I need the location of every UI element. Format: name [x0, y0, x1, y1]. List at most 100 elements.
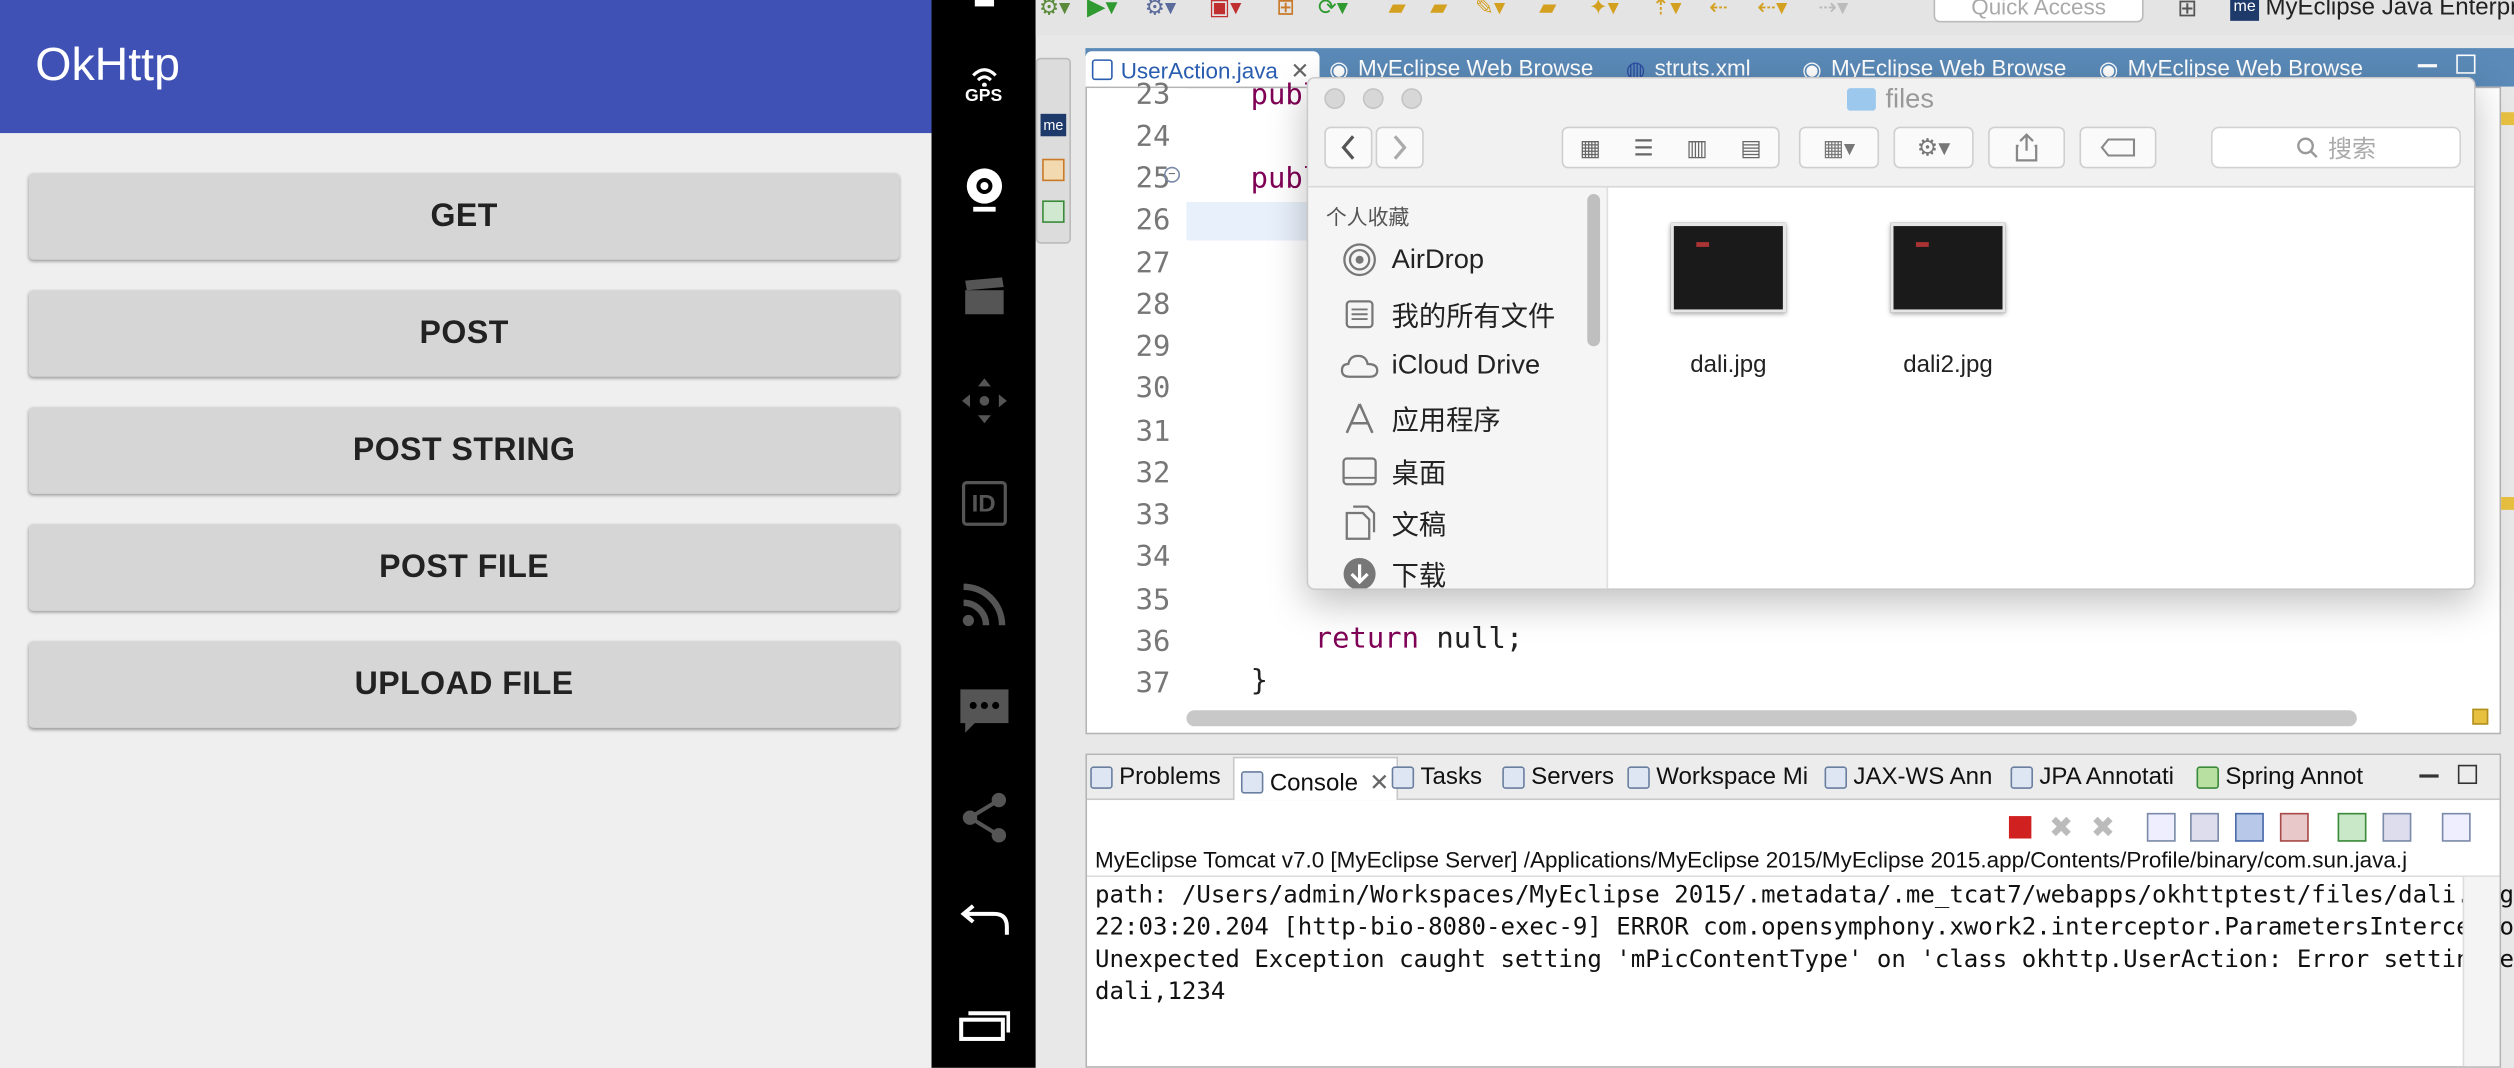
sidebar-item-all-my-files[interactable]: 我的所有文件: [1340, 293, 1555, 333]
scroll-lock-icon[interactable]: [2190, 812, 2219, 842]
warning-marker-icon[interactable]: [2472, 708, 2489, 725]
clear-console-icon[interactable]: [2146, 812, 2176, 842]
zoom-window-button[interactable]: [1401, 88, 1423, 110]
servers-icon: [1502, 765, 1525, 789]
get-button[interactable]: GET: [28, 173, 900, 260]
remove-all-icon[interactable]: ✖: [2091, 813, 2120, 842]
minimize-editor-icon[interactable]: [2417, 64, 2438, 68]
column-view-icon[interactable]: ▥: [1686, 134, 1707, 161]
chevron-right-icon: [1393, 135, 1407, 160]
console-line: dali,1234: [1095, 976, 1226, 1006]
tab-servers[interactable]: Servers: [1502, 763, 1614, 790]
move-arrows-icon[interactable]: [932, 377, 1036, 425]
quick-access-input[interactable]: Quick Access: [1933, 0, 2144, 23]
overview-marker[interactable]: [2501, 497, 2514, 510]
sidebar-item-icloud-drive[interactable]: iCloud Drive: [1340, 346, 1540, 384]
sidebar-item-desktop[interactable]: 桌面: [1340, 451, 1446, 491]
annotation-icon[interactable]: ✦▾: [1589, 0, 1619, 21]
webcam-icon[interactable]: [932, 165, 1036, 216]
sidebar-item-documents[interactable]: 文稿: [1340, 502, 1446, 542]
recent-apps-icon[interactable]: [932, 1007, 1036, 1045]
share-button[interactable]: [1988, 126, 2066, 169]
share-icon[interactable]: [932, 792, 1036, 843]
list-view-icon[interactable]: ☰: [1634, 134, 1654, 161]
tab-spring-annotations[interactable]: Spring Annot: [2196, 763, 2364, 791]
finder-search-input[interactable]: 搜索: [2210, 126, 2462, 169]
show-on-stdout-icon[interactable]: [2235, 812, 2264, 842]
sidebar-item-applications[interactable]: 应用程序: [1340, 398, 1501, 438]
nav-back-icon[interactable]: ⇠: [1709, 0, 1728, 21]
editor-horizontal-scrollbar[interactable]: [1186, 710, 2357, 727]
nav-back-2-icon[interactable]: ⇠▾: [1757, 0, 1787, 21]
file-item[interactable]: dali.jpg: [1640, 222, 1816, 378]
tab-jax-ws[interactable]: JAX-WS Ann: [1824, 763, 1992, 790]
sidebar-scrollbar[interactable]: [1587, 193, 1601, 347]
tab-workspace-migration[interactable]: Workspace Mi: [1627, 763, 1808, 790]
open-console-icon[interactable]: [2441, 812, 2471, 842]
line-number: 32: [1135, 456, 1171, 491]
run-icon[interactable]: ▶▾: [1087, 0, 1118, 21]
terminate-icon[interactable]: [2008, 816, 2032, 839]
jax-ws-icon: [1824, 765, 1848, 789]
perspective-switcher[interactable]: me MyEclipse Java Enterpr: [2230, 0, 2514, 21]
wand-icon[interactable]: ✎▾: [1475, 0, 1505, 21]
post-string-button[interactable]: POST STRING: [28, 407, 900, 494]
show-on-stderr-icon[interactable]: [2279, 812, 2309, 842]
nav-up-icon[interactable]: ⇡▾: [1651, 0, 1681, 21]
back-button[interactable]: [1324, 126, 1373, 169]
emulator-toolbar: GPS ID: [931, 0, 1036, 1068]
post-button[interactable]: POST: [28, 290, 900, 377]
upload-file-button[interactable]: UPLOAD FILE: [28, 641, 900, 728]
action-button[interactable]: ⚙▾: [1893, 126, 1974, 169]
maximize-panel-icon[interactable]: [2457, 764, 2478, 785]
minimize-window-button[interactable]: [1362, 88, 1384, 110]
nav-forward-icon[interactable]: ⇢▾: [1818, 0, 1848, 21]
outline-icon[interactable]: [1042, 200, 1065, 223]
file-item[interactable]: dali2.jpg: [1860, 222, 2036, 378]
toolbar-tool-icon[interactable]: ⚙▾: [1039, 0, 1070, 21]
hierarchy-icon[interactable]: [1042, 158, 1065, 182]
post-file-button[interactable]: POST FILE: [28, 524, 900, 611]
power-icon[interactable]: [932, 0, 1036, 13]
tab-label: Spring Annot: [2225, 763, 2364, 791]
package-explorer-icon[interactable]: me: [1040, 113, 1067, 137]
remove-launch-icon[interactable]: ✖: [2049, 813, 2078, 842]
sidebar-item-label: 应用程序: [1391, 405, 1501, 437]
display-console-icon[interactable]: [2382, 812, 2412, 842]
server-icon[interactable]: ▣▾: [1209, 0, 1241, 21]
documents-icon: [1340, 503, 1378, 541]
console-vertical-scrollbar[interactable]: [2462, 877, 2500, 1067]
tags-button[interactable]: [2079, 126, 2157, 169]
movie-clapper-icon[interactable]: [932, 273, 1036, 321]
sidebar-item-airdrop[interactable]: AirDrop: [1340, 240, 1484, 278]
debug-icon[interactable]: ⚙▾: [1145, 0, 1176, 21]
open-folder-icon[interactable]: ▰: [1388, 0, 1405, 21]
arrange-button[interactable]: ▦▾: [1798, 126, 1880, 169]
close-window-button[interactable]: [1324, 88, 1346, 110]
rss-feed-icon[interactable]: [932, 580, 1036, 628]
tab-jpa-annotations[interactable]: JPA Annotati: [2010, 763, 2174, 790]
line-number: 29: [1135, 330, 1171, 364]
forward-button[interactable]: [1375, 126, 1424, 169]
cover-flow-icon[interactable]: ▤: [1740, 134, 1761, 161]
back-icon[interactable]: [932, 901, 1036, 943]
open-folder-2-icon[interactable]: ▰: [1430, 0, 1447, 21]
tab-problems[interactable]: Problems: [1090, 763, 1221, 790]
open-perspective-icon[interactable]: ⊞: [2177, 0, 2197, 22]
sms-message-icon[interactable]: [932, 686, 1036, 737]
close-console-icon[interactable]: ✕: [1369, 768, 1389, 797]
fold-collapse-icon[interactable]: −: [1163, 166, 1181, 183]
sidebar-item-downloads[interactable]: 下载: [1340, 553, 1446, 589]
refresh-icon[interactable]: ⟳▾: [1318, 0, 1348, 21]
tab-console[interactable]: Console ✕: [1232, 756, 1398, 801]
device-id-icon[interactable]: ID: [932, 478, 1036, 529]
tab-tasks[interactable]: Tasks: [1391, 763, 1482, 790]
overview-marker[interactable]: [2501, 112, 2514, 126]
maximize-editor-icon[interactable]: [2456, 54, 2476, 74]
folder-edit-icon[interactable]: ▰: [1539, 0, 1556, 21]
icon-view-icon[interactable]: ▦: [1580, 134, 1601, 161]
pin-console-icon[interactable]: [2337, 812, 2367, 842]
gps-button[interactable]: GPS: [932, 64, 1036, 109]
minimize-panel-icon[interactable]: [2419, 774, 2439, 778]
package-icon[interactable]: ⊞: [1276, 0, 1295, 21]
